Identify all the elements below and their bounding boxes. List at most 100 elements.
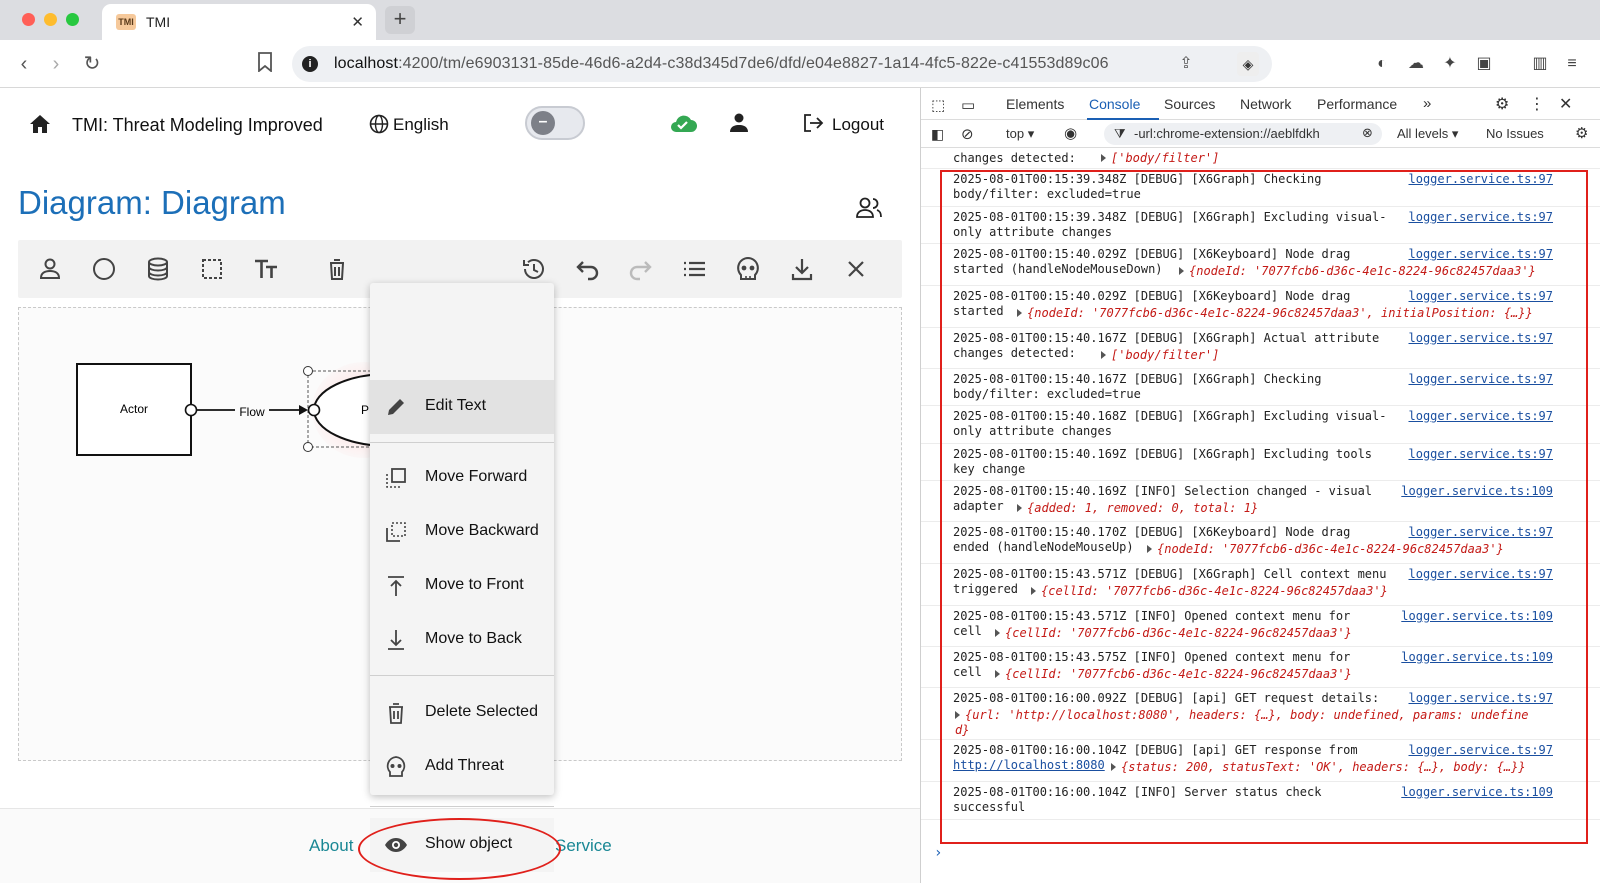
tab-sources[interactable]: Sources [1164, 96, 1215, 112]
settings-gear-icon[interactable]: ⚙ [1495, 94, 1509, 114]
forward-icon[interactable]: › [44, 52, 68, 76]
close-tab-icon[interactable]: ✕ [351, 13, 364, 31]
menu-divider [370, 442, 554, 443]
skull-icon [386, 756, 406, 777]
console-filter-input[interactable]: ⧩ -url:chrome-extension://aeblfdkh ⊗ [1104, 123, 1382, 145]
menu-item-edit-text[interactable]: Edit Text [370, 380, 554, 434]
add-store-icon[interactable] [144, 255, 172, 283]
extension-icon[interactable]: ◐ [1372, 54, 1392, 74]
favicon-icon: TMI [116, 14, 136, 30]
menu-item-delete-selected[interactable]: Delete Selected [370, 686, 554, 740]
expand-triangle-icon[interactable] [1101, 154, 1106, 162]
inspect-icon[interactable]: ⬚ [931, 96, 945, 114]
menu-item-move-forward[interactable]: Move Forward [370, 451, 554, 505]
menu-item-label: Move to Back [425, 630, 522, 647]
back-icon[interactable]: ‹ [12, 52, 36, 76]
actor-label: Actor [120, 402, 148, 416]
kebab-menu-icon[interactable]: ⋮ [1529, 94, 1545, 114]
cloud-check-icon[interactable] [668, 112, 698, 134]
puzzle-icon[interactable]: ✦ [1440, 54, 1460, 74]
filter-text: -url:chrome-extension://aeblfdkh [1134, 126, 1320, 141]
minimize-window-button[interactable] [44, 13, 57, 26]
add-actor-icon[interactable] [36, 255, 64, 283]
live-expression-eye-icon[interactable]: ◉ [1064, 124, 1077, 142]
close-devtools-icon[interactable]: ✕ [1559, 94, 1572, 114]
menu-item-move-backward[interactable]: Move Backward [370, 505, 554, 559]
move-to-front-icon [388, 576, 404, 596]
language-selector[interactable]: English [393, 115, 449, 135]
browser-tab[interactable]: TMI TMI ✕ [102, 4, 376, 40]
tab-performance[interactable]: Performance [1317, 96, 1397, 112]
about-link[interactable]: About [309, 836, 353, 856]
clear-console-icon[interactable]: ⊘ [961, 125, 974, 143]
menu-item-add-threat[interactable]: Add Threat [370, 740, 554, 794]
app-title: TMI: Threat Modeling Improved [72, 115, 323, 135]
console-filterbar: ◧ ⊘ top ▾ ◉ ⧩ -url:chrome-extension://ae… [921, 120, 1600, 148]
menu-icon[interactable]: ≡ [1562, 54, 1582, 74]
clear-filter-icon[interactable]: ⊗ [1362, 125, 1373, 141]
wallet-icon[interactable]: ▣ [1474, 54, 1494, 74]
delete-icon[interactable] [323, 255, 351, 283]
sidebar-icon[interactable]: ▥ [1530, 54, 1550, 74]
download-icon[interactable] [788, 255, 816, 283]
tab-console[interactable]: Console [1089, 96, 1140, 112]
close-window-button[interactable] [22, 13, 35, 26]
logout-icon[interactable] [802, 112, 824, 134]
tab-elements[interactable]: Elements [1006, 96, 1064, 112]
move-forward-icon [386, 468, 406, 488]
more-tabs-icon[interactable]: » [1423, 95, 1431, 112]
logout-button[interactable]: Logout [832, 115, 884, 135]
undo-icon[interactable] [573, 255, 601, 283]
move-to-back-icon [388, 630, 404, 650]
add-process-icon[interactable] [90, 255, 118, 283]
threat-skull-icon[interactable] [734, 255, 762, 283]
reload-icon[interactable]: ↻ [80, 52, 104, 76]
history-icon[interactable] [520, 255, 548, 283]
resize-handle[interactable] [303, 442, 313, 452]
brave-shield-icon[interactable]: ◈ [1237, 52, 1259, 76]
cloud-extension-icon[interactable]: ☁ [1406, 54, 1426, 74]
context-selector[interactable]: top ▾ [1006, 126, 1034, 142]
log-object-preview[interactable]: ['body/filter'] [1101, 151, 1219, 166]
port-handle[interactable] [184, 403, 198, 417]
user-icon[interactable] [728, 112, 750, 134]
collaboration-icon[interactable] [855, 196, 883, 220]
terms-of-service-link[interactable]: Service [555, 836, 612, 856]
issues-counter[interactable]: No Issues [1486, 126, 1544, 141]
menu-item-label: Move Forward [425, 468, 528, 485]
filter-icon: ⧩ [1114, 126, 1126, 141]
menu-item-move-to-front[interactable]: Move to Front [370, 559, 554, 613]
close-icon[interactable] [842, 255, 870, 283]
menu-item-label: Move to Front [425, 576, 524, 593]
menu-divider [370, 675, 554, 676]
console-settings-icon[interactable]: ⚙ [1575, 124, 1588, 142]
site-info-icon[interactable]: i [302, 56, 318, 72]
menu-item-move-to-back[interactable]: Move to Back [370, 613, 554, 667]
tab-network[interactable]: Network [1240, 96, 1291, 112]
resize-handle[interactable] [303, 366, 313, 376]
share-icon[interactable]: ⇪ [1174, 52, 1198, 76]
menu-item-label: Add Threat [425, 757, 504, 774]
sidebar-toggle-icon[interactable]: ◧ [931, 126, 944, 143]
browser-toolbar: ‹ › ↻ i localhost:4200/tm/e6903131-85de-… [0, 40, 1600, 88]
maximize-window-button[interactable] [66, 13, 79, 26]
home-icon[interactable] [28, 112, 52, 136]
redo-icon[interactable] [627, 255, 655, 283]
context-menu: Edit Text Move Forward Move Backward Mov… [370, 283, 554, 795]
add-boundary-icon[interactable] [198, 255, 226, 283]
globe-icon[interactable] [369, 114, 389, 140]
device-toolbar-icon[interactable]: ▭ [961, 96, 975, 114]
list-icon[interactable] [680, 255, 708, 283]
annotation-ellipse [358, 818, 561, 880]
bookmark-icon[interactable] [253, 52, 277, 76]
address-bar[interactable]: i localhost:4200/tm/e6903131-85de-46d6-a… [292, 46, 1272, 82]
theme-toggle[interactable]: – [525, 106, 585, 140]
console-log-entry: changes detected: ['body/filter'] [921, 148, 1600, 169]
add-text-icon[interactable] [252, 255, 280, 283]
new-tab-button[interactable]: + [385, 6, 415, 34]
object-text: ['body/filter'] [1111, 151, 1220, 165]
port-handle[interactable] [307, 403, 321, 417]
url-text: localhost:4200/tm/e6903131-85de-46d6-a2d… [334, 55, 1109, 72]
console-prompt[interactable]: › [934, 845, 942, 861]
log-levels-dropdown[interactable]: All levels ▾ [1397, 126, 1458, 142]
